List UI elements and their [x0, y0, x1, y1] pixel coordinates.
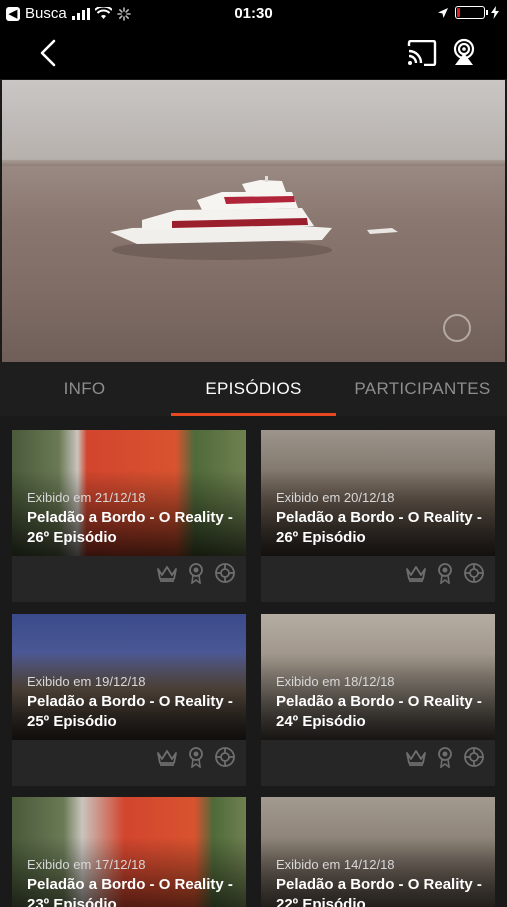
episode-date: Exibido em 14/12/18 [276, 857, 395, 872]
hero-video-image[interactable] [2, 80, 505, 362]
episode-card[interactable]: Exibido em 14/12/18 Peladão a Bordo - O … [261, 797, 495, 907]
tab-info[interactable]: INFO [0, 362, 169, 416]
episode-card[interactable]: Exibido em 19/12/18 Peladão a Bordo - O … [12, 614, 246, 786]
crown-icon[interactable] [405, 564, 427, 587]
crown-icon[interactable] [405, 748, 427, 771]
episode-actions [405, 746, 485, 773]
medal-icon[interactable] [437, 746, 453, 773]
status-time: 01:30 [234, 5, 273, 22]
battery-icon [455, 6, 488, 19]
charging-icon [491, 6, 499, 19]
crown-icon[interactable] [156, 748, 178, 771]
episode-date: Exibido em 20/12/18 [276, 490, 395, 505]
episode-card[interactable]: Exibido em 21/12/18 Peladão a Bordo - O … [12, 430, 246, 602]
lifebuoy-icon[interactable] [214, 562, 236, 589]
episode-date: Exibido em 19/12/18 [27, 674, 146, 689]
episode-card[interactable]: Exibido em 20/12/18 Peladão a Bordo - O … [261, 430, 495, 602]
lifebuoy-icon[interactable] [214, 746, 236, 773]
episode-title: Peladão a Bordo - O Reality - 23º Episód… [27, 876, 233, 907]
episode-card[interactable]: Exibido em 18/12/18 Peladão a Bordo - O … [261, 614, 495, 786]
lifebuoy-icon[interactable] [463, 562, 485, 589]
tab-episodios[interactable]: EPISÓDIOS [169, 362, 338, 416]
episode-title: Peladão a Bordo - O Reality - 25º Episód… [27, 693, 233, 730]
episode-title: Peladão a Bordo - O Reality - 24º Episód… [276, 693, 482, 730]
episode-title: Peladão a Bordo - O Reality - 26º Episód… [27, 509, 233, 546]
episode-actions [156, 746, 236, 773]
episode-card[interactable]: Exibido em 17/12/18 Peladão a Bordo - O … [12, 797, 246, 907]
episode-title: Peladão a Bordo - O Reality - 26º Episód… [276, 509, 482, 546]
status-bar: ◀ Busca 01:30 [0, 0, 507, 28]
location-icon [438, 7, 448, 18]
episode-actions [156, 562, 236, 589]
tab-bar: INFO EPISÓDIOS PARTICIPANTES [0, 362, 507, 416]
lifebuoy-icon[interactable] [463, 746, 485, 773]
cast-icon[interactable] [407, 40, 437, 66]
chevron-left-icon[interactable] [34, 38, 64, 68]
episode-date: Exibido em 18/12/18 [276, 674, 395, 689]
medal-icon[interactable] [437, 562, 453, 589]
top-nav-bar [0, 28, 507, 79]
tab-participantes[interactable]: PARTICIPANTES [338, 362, 507, 416]
episode-date: Exibido em 21/12/18 [27, 490, 146, 505]
episode-date: Exibido em 17/12/18 [27, 857, 146, 872]
medal-icon[interactable] [188, 746, 204, 773]
episode-title: Peladão a Bordo - O Reality - 22º Episód… [276, 876, 482, 907]
crown-icon[interactable] [156, 564, 178, 587]
status-right [437, 6, 499, 19]
episode-actions [405, 562, 485, 589]
medal-icon[interactable] [188, 562, 204, 589]
yacht-illustration [110, 176, 471, 342]
airplay-icon[interactable] [450, 38, 478, 66]
